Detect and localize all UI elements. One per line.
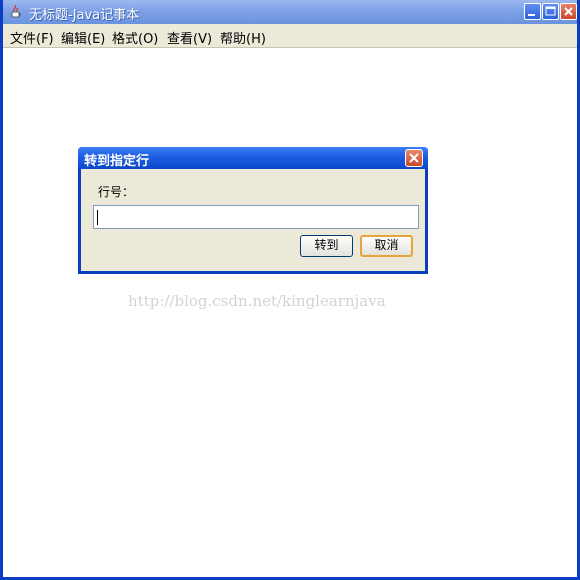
watermark-url: http://blog.csdn.net/kinglearnjava xyxy=(128,292,386,310)
goto-button[interactable]: 转到 xyxy=(300,235,353,257)
java-cup-icon xyxy=(11,5,21,18)
close-icon xyxy=(409,153,419,163)
window-titlebar[interactable]: 无标题-Java记事本 xyxy=(3,0,577,24)
line-number-label: 行号： xyxy=(98,185,135,199)
cancel-button[interactable]: 取消 xyxy=(360,235,413,257)
maximize-icon xyxy=(545,6,556,16)
close-button[interactable] xyxy=(560,3,577,20)
minimize-icon xyxy=(528,14,535,16)
close-icon xyxy=(564,7,573,16)
menu-help[interactable]: 帮助(H) xyxy=(220,28,266,47)
menu-file[interactable]: 文件(F) xyxy=(10,28,54,47)
text-editor-area[interactable] xyxy=(3,48,577,577)
text-caret xyxy=(97,210,98,225)
maximize-button[interactable] xyxy=(542,3,559,20)
dialog-title: 转到指定行 xyxy=(84,154,150,169)
menu-bar: 文件(F) 编辑(E) 格式(O) 查看(V) 帮助(H) xyxy=(3,24,577,48)
dialog-close-button[interactable] xyxy=(405,149,423,167)
menu-view[interactable]: 查看(V) xyxy=(167,28,212,47)
dialog-titlebar[interactable]: 转到指定行 xyxy=(78,147,428,169)
goto-line-dialog: 转到指定行 行号： 转到 取消 xyxy=(78,147,428,274)
line-number-input[interactable] xyxy=(93,205,419,229)
menu-format[interactable]: 格式(O) xyxy=(112,28,158,47)
minimize-button[interactable] xyxy=(524,3,541,20)
window-title: 无标题-Java记事本 xyxy=(29,8,140,23)
notepad-window: 无标题-Java记事本 文件(F) 编辑(E) 格式(O) 查看(V) 帮助(H… xyxy=(0,0,580,580)
menu-edit[interactable]: 编辑(E) xyxy=(61,28,105,47)
